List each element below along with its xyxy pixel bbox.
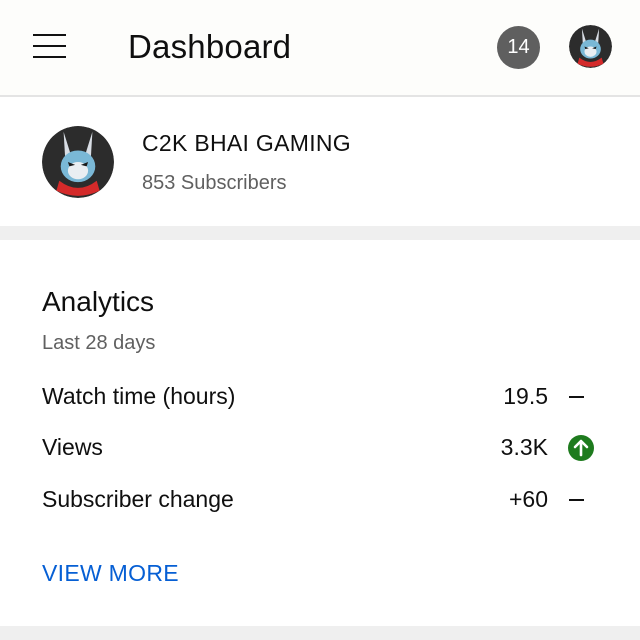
metric-label: Subscriber change <box>42 486 234 512</box>
section-divider <box>0 626 640 640</box>
channel-avatar[interactable] <box>42 126 114 198</box>
metric-row-views: Views 3.3K <box>0 428 640 468</box>
page-title: Dashboard <box>128 28 292 65</box>
account-avatar[interactable] <box>569 25 612 68</box>
analytics-card: Analytics Last 28 days Watch time (hours… <box>0 240 640 626</box>
bunny-mascot-icon <box>42 126 114 198</box>
analytics-title: Analytics <box>42 286 155 317</box>
metric-value: 19.5 <box>503 383 548 409</box>
trend-flat-icon <box>569 499 584 501</box>
section-divider <box>0 226 640 240</box>
top-app-bar: Dashboard 14 <box>0 0 640 97</box>
trend-flat-icon <box>569 396 584 398</box>
subscriber-count: 853 Subscribers <box>142 172 287 194</box>
hamburger-menu-icon[interactable] <box>30 30 70 64</box>
metric-label: Watch time (hours) <box>42 383 236 409</box>
metric-label: Views <box>42 434 103 460</box>
view-more-link[interactable]: VIEW MORE <box>42 560 179 587</box>
channel-card: C2K BHAI GAMING 853 Subscribers <box>0 99 640 226</box>
channel-name[interactable]: C2K BHAI GAMING <box>142 130 351 157</box>
analytics-period: Last 28 days <box>42 332 156 354</box>
metric-row-subscriber-change: Subscriber change +60 <box>0 480 640 520</box>
trend-up-arrow-icon <box>568 435 594 461</box>
notification-badge[interactable]: 14 <box>497 26 540 69</box>
metric-value: 3.3K <box>500 434 548 460</box>
bunny-mascot-icon <box>569 25 612 68</box>
metric-value: +60 <box>508 486 548 512</box>
metric-row-watch-time: Watch time (hours) 19.5 <box>0 377 640 417</box>
